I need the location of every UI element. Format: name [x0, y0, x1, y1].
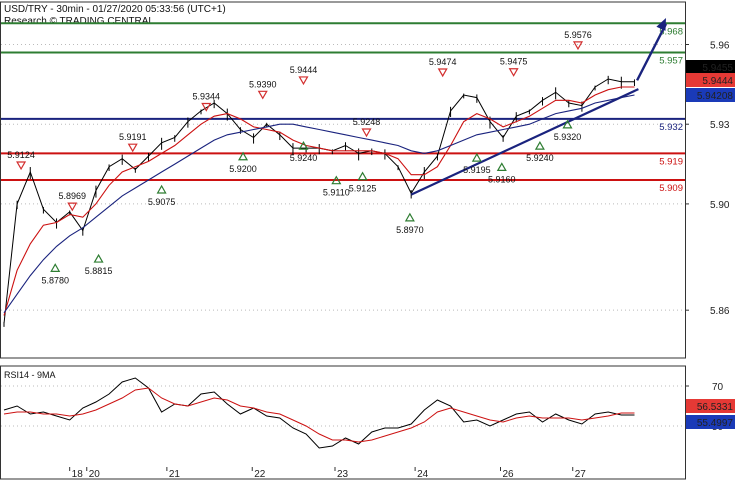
- trough-label: 5.8780: [41, 275, 69, 285]
- trough-label: 5.8815: [85, 266, 113, 276]
- rsi-line-0: [3, 377, 635, 449]
- rsi-value-tag: 55.4997: [697, 418, 734, 429]
- peak-label: 5.9475: [500, 57, 528, 67]
- trough-label: 5.9125: [349, 184, 377, 194]
- trough-marker: [534, 140, 545, 150]
- x-tick-label: 23: [337, 469, 349, 480]
- peak-label: 5.9444: [290, 65, 318, 75]
- price-y-tick-label: 5.90: [710, 200, 730, 211]
- level-label: 5.919: [659, 156, 683, 167]
- trough-label: 5.8970: [396, 225, 424, 235]
- rsi-series: [3, 377, 635, 449]
- trough-label: 5.9320: [554, 132, 582, 142]
- chart-title: USD/TRY - 30min - 01/27/2020 05:33:56 (U…: [4, 4, 226, 15]
- trough-marker: [496, 162, 507, 172]
- current-price-tag: 5.9455: [702, 63, 733, 74]
- rsi-ma-tag: 56.5331: [697, 402, 734, 413]
- axes: 5.865.905.935.9650701820212223242627: [69, 41, 730, 480]
- rsi-panel-title: RSI14 - 9MA: [4, 370, 56, 380]
- trough-label: 5.9240: [526, 153, 554, 163]
- level-label: 5.957: [659, 55, 683, 66]
- peak-label: 5.9191: [119, 132, 147, 142]
- peak-label: 5.9124: [7, 150, 35, 160]
- trough-marker: [156, 184, 167, 194]
- price-series-line-1: [3, 86, 635, 316]
- price-tags: 5.9455 5.9444 5.94208 56.5331 55.4997: [686, 60, 735, 429]
- trough-marker: [471, 152, 482, 162]
- peak-label: 5.9390: [249, 79, 277, 89]
- peak-marker: [437, 68, 448, 78]
- x-tick-label: 21: [169, 469, 181, 480]
- peak-marker: [16, 161, 27, 171]
- peak-label: 5.8969: [59, 191, 87, 201]
- price-series: [3, 75, 635, 327]
- x-tick-label: 22: [254, 469, 266, 480]
- trough-label: 5.9200: [229, 164, 257, 174]
- trough-marker: [50, 263, 61, 272]
- level-label: 5.932: [659, 122, 683, 133]
- peak-marker: [508, 68, 519, 77]
- peak-label: 5.9344: [193, 92, 221, 102]
- price-y-tick-label: 5.86: [710, 306, 730, 317]
- x-tick-label: 27: [575, 469, 587, 480]
- price-series-line-0: [3, 78, 635, 324]
- level-label: 5.909: [659, 183, 683, 194]
- peak-label: 5.9576: [564, 30, 592, 40]
- peak-marker: [298, 76, 309, 86]
- price-y-tick-label: 5.93: [710, 120, 730, 131]
- trough-marker: [357, 171, 368, 181]
- ma-blue-tag: 5.94208: [697, 91, 734, 102]
- x-tick-label: 24: [417, 469, 429, 480]
- trough-label: 5.9075: [148, 197, 176, 207]
- x-tick-label: 20: [89, 469, 101, 480]
- price-y-tick-label: 5.96: [710, 41, 730, 52]
- peak-marker: [572, 41, 584, 51]
- panel-frames: [0, 1, 686, 480]
- chart-canvas: USD/TRY - 30min - 01/27/2020 05:33:56 (U…: [0, 1, 735, 480]
- x-tick-label: 26: [502, 469, 514, 480]
- trough-label: 5.9110: [323, 188, 350, 198]
- trough-label: 5.9195: [463, 165, 491, 175]
- rsi-y-tick-label: 70: [712, 382, 724, 393]
- support-trendline: [410, 88, 639, 196]
- peak-marker: [127, 143, 138, 153]
- peak-label: 5.9248: [353, 117, 381, 127]
- x-tick-label: 18: [72, 469, 84, 480]
- peak-label: 5.9474: [429, 57, 457, 67]
- rsi-panel-frame: [0, 365, 686, 480]
- ma-red-tag: 5.9444: [702, 76, 733, 87]
- trough-marker: [404, 212, 415, 222]
- chart-source: Research © TRADING CENTRAL: [4, 16, 154, 27]
- peak-marker: [67, 202, 78, 212]
- trough-marker: [93, 253, 104, 263]
- rsi-line-1: [3, 387, 635, 443]
- peak-marker: [361, 128, 372, 138]
- price-series-line-2: [3, 94, 635, 314]
- pivot-markers: 5.9124 5.8780 5.8969 5.8815 5.9191 5.9075 5.93…: [7, 30, 591, 285]
- peak-marker: [257, 90, 268, 100]
- trough-label: 5.9160: [488, 174, 516, 184]
- trough-label: 5.9240: [290, 153, 318, 163]
